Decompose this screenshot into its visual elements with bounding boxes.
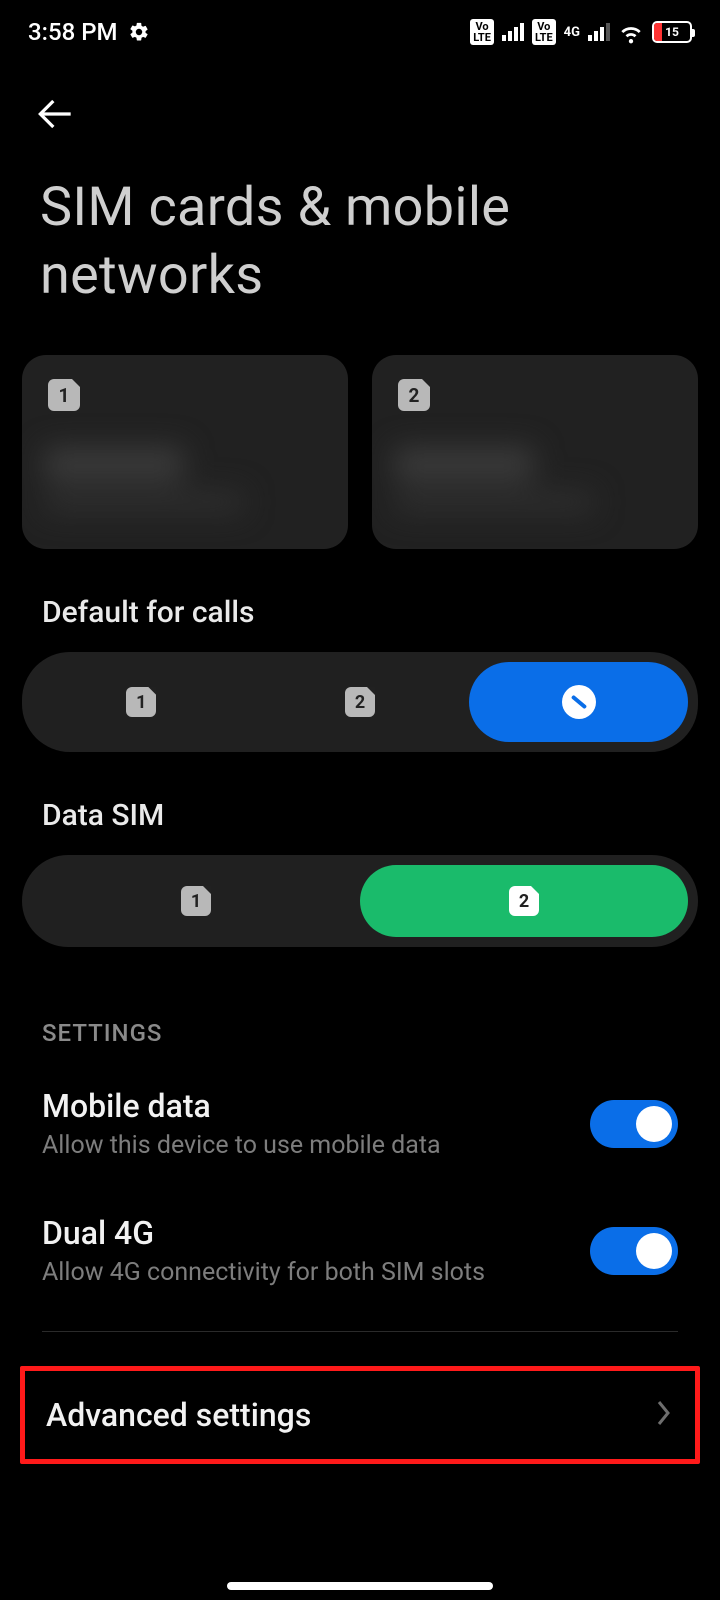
mobile-data-toggle[interactable] [590,1100,678,1148]
settings-header: SETTINGS [0,947,720,1063]
battery-indicator: 15 [652,21,692,43]
redacted-sim2-info [394,447,676,527]
default-calls-ask[interactable] [469,662,688,742]
network-gen: 4G [564,26,580,39]
not-set-icon [562,685,596,719]
volte-badge-1: VoLTE [470,19,494,45]
back-button[interactable] [36,119,88,138]
data-sim-2[interactable]: 2 [360,865,688,937]
dual-4g-toggle[interactable] [590,1227,678,1275]
divider [42,1331,678,1332]
sim-chip-icon: 2 [345,687,375,717]
sim-chip-icon: 1 [126,687,156,717]
wifi-icon [618,19,644,45]
sim-chip-icon: 1 [48,379,80,411]
sim-card-row: 1 2 [0,309,720,549]
mobile-data-row[interactable]: Mobile data Allow this device to use mob… [0,1063,720,1184]
signal-bars-1 [502,23,524,41]
home-indicator[interactable] [227,1582,493,1590]
sim-chip-icon: 1 [181,886,211,916]
chevron-right-icon [654,1399,674,1431]
signal-bars-2 [588,23,610,41]
mobile-data-title: Mobile data [42,1087,441,1125]
status-bar: 3:58 PM VoLTE VoLTE 4G 15 [0,0,720,64]
default-calls-selector: 1 2 [22,652,698,752]
dual-4g-sub: Allow 4G connectivity for both SIM slots [42,1258,485,1287]
sim-card-1[interactable]: 1 [22,355,348,549]
default-calls-label: Default for calls [0,549,720,652]
mobile-data-sub: Allow this device to use mobile data [42,1131,441,1160]
sim-card-2[interactable]: 2 [372,355,698,549]
data-sim-selector: 1 2 [22,855,698,947]
status-time: 3:58 PM [28,18,118,46]
sim-chip-icon: 2 [398,379,430,411]
settings-status-icon [128,21,150,43]
dual-4g-row[interactable]: Dual 4G Allow 4G connectivity for both S… [0,1184,720,1311]
data-sim-1[interactable]: 1 [32,865,360,937]
volte-badge-2: VoLTE [532,19,556,45]
default-calls-sim1[interactable]: 1 [32,662,251,742]
page-title: SIM cards & mobile networks [0,138,720,309]
advanced-settings-row[interactable]: Advanced settings [22,1368,698,1462]
default-calls-sim2[interactable]: 2 [251,662,470,742]
data-sim-label: Data SIM [0,752,720,855]
redacted-sim1-info [44,447,326,527]
advanced-settings-label: Advanced settings [46,1396,311,1434]
dual-4g-title: Dual 4G [42,1214,485,1252]
sim-chip-icon: 2 [509,886,539,916]
